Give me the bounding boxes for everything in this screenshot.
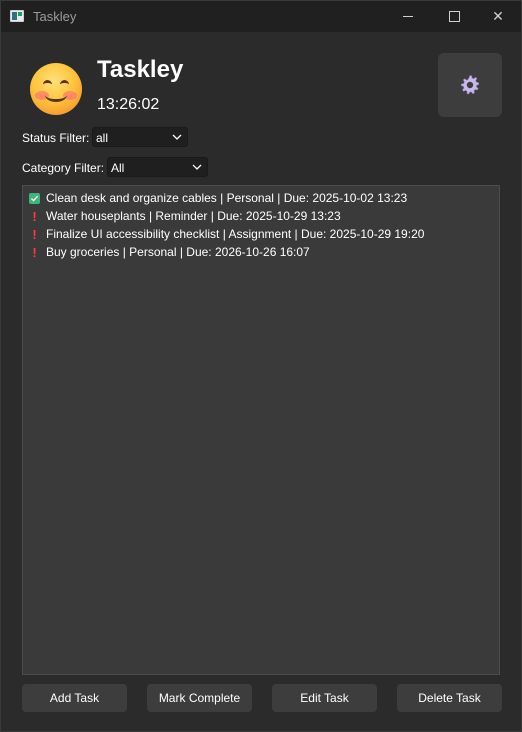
- close-button[interactable]: ✕: [475, 1, 521, 32]
- task-item[interactable]: Clean desk and organize cables | Persona…: [29, 189, 407, 207]
- check-icon: [29, 192, 40, 204]
- task-text: Buy groceries | Personal | Due: 2026-10-…: [46, 245, 310, 259]
- status-filter-label: Status Filter:: [22, 131, 90, 145]
- minimize-button[interactable]: [385, 1, 431, 32]
- category-filter-value: All: [111, 161, 125, 175]
- exclamation-icon: !: [32, 208, 37, 224]
- exclamation-icon: !: [32, 226, 37, 242]
- category-filter-select[interactable]: All: [107, 157, 208, 177]
- mark-complete-button[interactable]: Mark Complete: [147, 684, 252, 712]
- task-item[interactable]: ! Buy groceries | Personal | Due: 2026-1…: [29, 243, 310, 261]
- task-text: Water houseplants | Reminder | Due: 2025…: [46, 209, 341, 223]
- task-item[interactable]: ! Water houseplants | Reminder | Due: 20…: [29, 207, 341, 225]
- gear-icon: [460, 75, 480, 95]
- edit-task-button[interactable]: Edit Task: [272, 684, 377, 712]
- app-window: Taskley ✕ Taskley 13:26:02 Status Filter…: [0, 0, 522, 732]
- smiling-face-icon: [30, 63, 82, 115]
- chevron-down-icon: [172, 134, 182, 140]
- chevron-down-icon: [192, 164, 202, 170]
- status-filter-select[interactable]: all: [92, 127, 188, 147]
- maximize-button[interactable]: [431, 1, 477, 32]
- close-icon: ✕: [492, 8, 504, 24]
- exclamation-icon: !: [32, 244, 37, 260]
- minimize-icon: [403, 16, 413, 17]
- task-text: Clean desk and organize cables | Persona…: [46, 191, 408, 205]
- window-title: Taskley: [33, 9, 77, 24]
- add-task-button[interactable]: Add Task: [22, 684, 127, 712]
- settings-button[interactable]: [438, 53, 502, 117]
- title-bar: Taskley ✕: [1, 1, 521, 32]
- task-item[interactable]: ! Finalize UI accessibility checklist | …: [29, 225, 424, 243]
- clock-display: 13:26:02: [97, 96, 160, 113]
- status-filter-value: all: [96, 131, 109, 145]
- task-list[interactable]: Clean desk and organize cables | Persona…: [22, 185, 500, 675]
- delete-task-button[interactable]: Delete Task: [397, 684, 502, 712]
- category-filter-label: Category Filter:: [22, 161, 105, 175]
- task-text: Finalize UI accessibility checklist | As…: [46, 227, 425, 241]
- maximize-icon: [448, 11, 460, 22]
- app-icon: [10, 10, 24, 22]
- app-heading: Taskley: [97, 56, 184, 83]
